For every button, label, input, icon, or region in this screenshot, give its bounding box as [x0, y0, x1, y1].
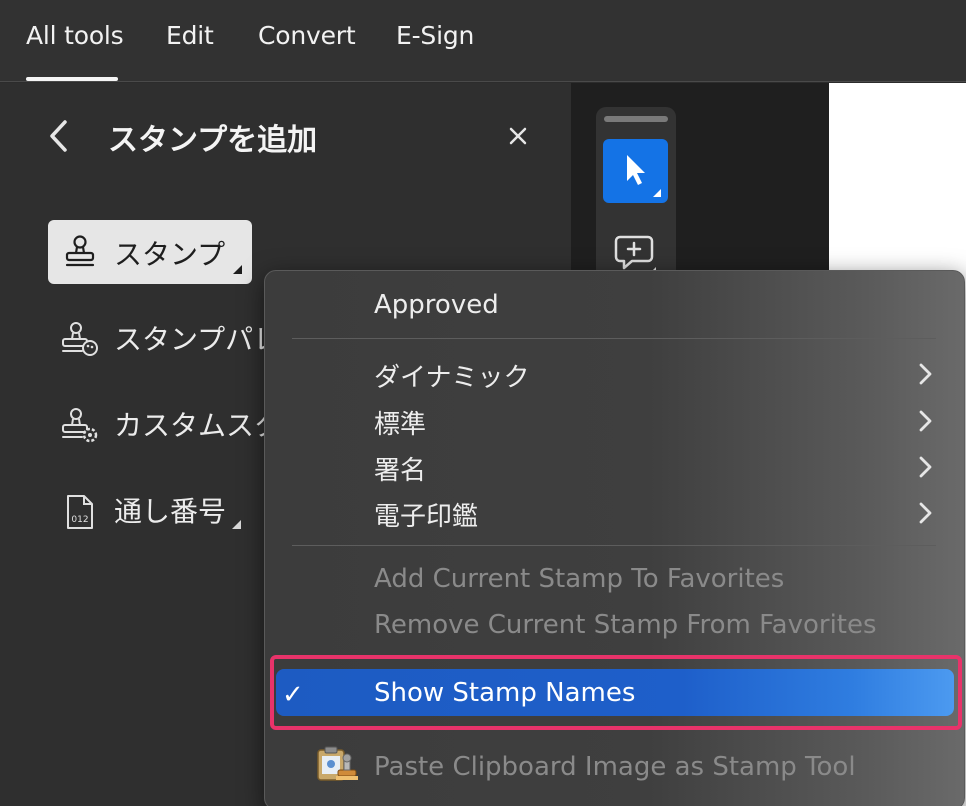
tab-edit[interactable]: Edit — [166, 21, 214, 50]
stamp-palette-label: スタンプパレ — [114, 323, 282, 356]
drag-handle[interactable] — [604, 116, 668, 122]
stamp-button-label: スタンプ — [114, 238, 226, 271]
serial-number-icon: 012 — [67, 495, 93, 529]
menu-item-sign[interactable]: 署名 — [374, 450, 426, 487]
stamp-palette-icon — [62, 322, 98, 356]
svg-text:012: 012 — [71, 515, 88, 525]
dropdown-corner-icon — [232, 520, 241, 529]
menu-item-standard[interactable]: 標準 — [374, 404, 426, 441]
top-tab-bar: All tools Edit Convert E-Sign — [0, 0, 966, 82]
menu-item-paste-clipboard: Paste Clipboard Image as Stamp Tool — [374, 752, 856, 782]
active-tab-indicator — [26, 77, 118, 81]
tab-all-tools[interactable]: All tools — [26, 21, 124, 50]
paste-clipboard-icon — [317, 746, 358, 781]
tab-e-sign[interactable]: E-Sign — [396, 21, 474, 50]
chevron-right-icon — [919, 502, 932, 524]
close-icon[interactable] — [504, 122, 532, 150]
stamp-button[interactable]: スタンプ — [48, 220, 252, 284]
tab-convert[interactable]: Convert — [258, 21, 356, 50]
select-tool-button[interactable] — [603, 139, 668, 203]
chevron-left-icon[interactable] — [44, 118, 74, 154]
cursor-arrow-icon — [627, 155, 661, 197]
chevron-right-icon — [919, 363, 932, 385]
dropdown-corner-icon — [233, 265, 242, 274]
menu-separator — [292, 545, 936, 546]
add-comment-icon[interactable] — [614, 233, 658, 273]
menu-separator — [292, 338, 936, 339]
annotation-highlight-frame — [270, 655, 962, 730]
stamp-icon — [65, 235, 95, 267]
serial-number-label: 通し番号 — [114, 495, 227, 528]
chevron-right-icon — [919, 456, 932, 478]
menu-item-add-favorite: Add Current Stamp To Favorites — [374, 564, 785, 594]
menu-item-dynamic[interactable]: ダイナミック — [374, 357, 529, 394]
custom-stamp-label: カスタムスタ — [114, 409, 283, 442]
chevron-right-icon — [919, 410, 932, 432]
custom-stamp-icon — [62, 408, 98, 443]
menu-item-e-seal[interactable]: 電子印鑑 — [374, 496, 478, 533]
panel-title: スタンプを追加 — [108, 123, 318, 158]
menu-item-remove-favorite: Remove Current Stamp From Favorites — [374, 610, 877, 640]
menu-item-approved[interactable]: Approved — [374, 290, 499, 320]
